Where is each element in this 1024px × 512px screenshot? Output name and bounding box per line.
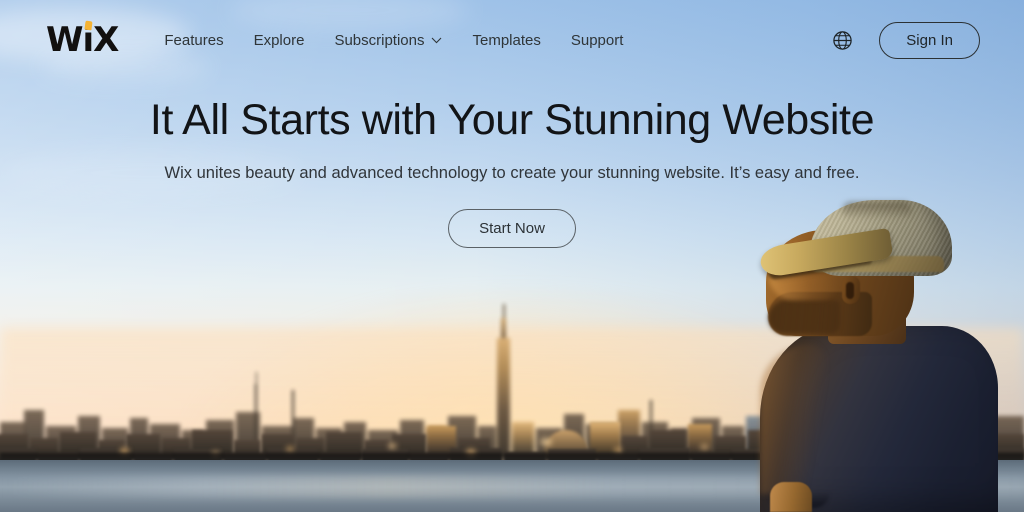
hero-content: It All Starts with Your Stunning Website… [0, 96, 1024, 249]
hero-subheadline: Wix unites beauty and advanced technolog… [164, 164, 860, 183]
nav-item-explore[interactable]: Explore [254, 32, 305, 49]
top-navigation-bar: WiX Features Explore Subscriptions Templ… [0, 0, 1024, 80]
nav-links: Features Explore Subscriptions Templates… [164, 32, 623, 49]
nav-item-features[interactable]: Features [164, 32, 223, 49]
wix-logo[interactable]: WiX [46, 20, 119, 60]
nav-item-label: Subscriptions [334, 31, 425, 49]
nav-item-label: Templates [472, 31, 541, 49]
beard [768, 300, 840, 334]
nav-item-label: Explore [253, 31, 305, 49]
landmark-spire [503, 304, 505, 318]
landmark-tower-top [501, 318, 506, 338]
wix-logo-dot-icon [84, 20, 93, 31]
nav-item-subscriptions[interactable]: Subscriptions [334, 32, 442, 49]
nav-right-group: Sign In [832, 21, 980, 59]
ear-inner [846, 282, 854, 299]
nav-item-templates[interactable]: Templates [472, 32, 540, 49]
nav-item-label: Support [570, 31, 624, 49]
globe-icon[interactable] [832, 30, 853, 51]
nav-item-label: Features [164, 31, 224, 49]
start-now-button[interactable]: Start Now [448, 209, 576, 249]
hero-section: WiX Features Explore Subscriptions Templ… [0, 0, 1024, 512]
hero-headline: It All Starts with Your Stunning Website [149, 96, 875, 144]
shoulder-highlight [760, 344, 826, 494]
nav-item-support[interactable]: Support [571, 32, 624, 49]
sign-in-button[interactable]: Sign In [879, 21, 980, 59]
arm [770, 482, 812, 512]
person-photo-subject [724, 200, 1024, 512]
chevron-down-icon [432, 37, 442, 43]
wix-logo-text: WiX [46, 20, 119, 60]
